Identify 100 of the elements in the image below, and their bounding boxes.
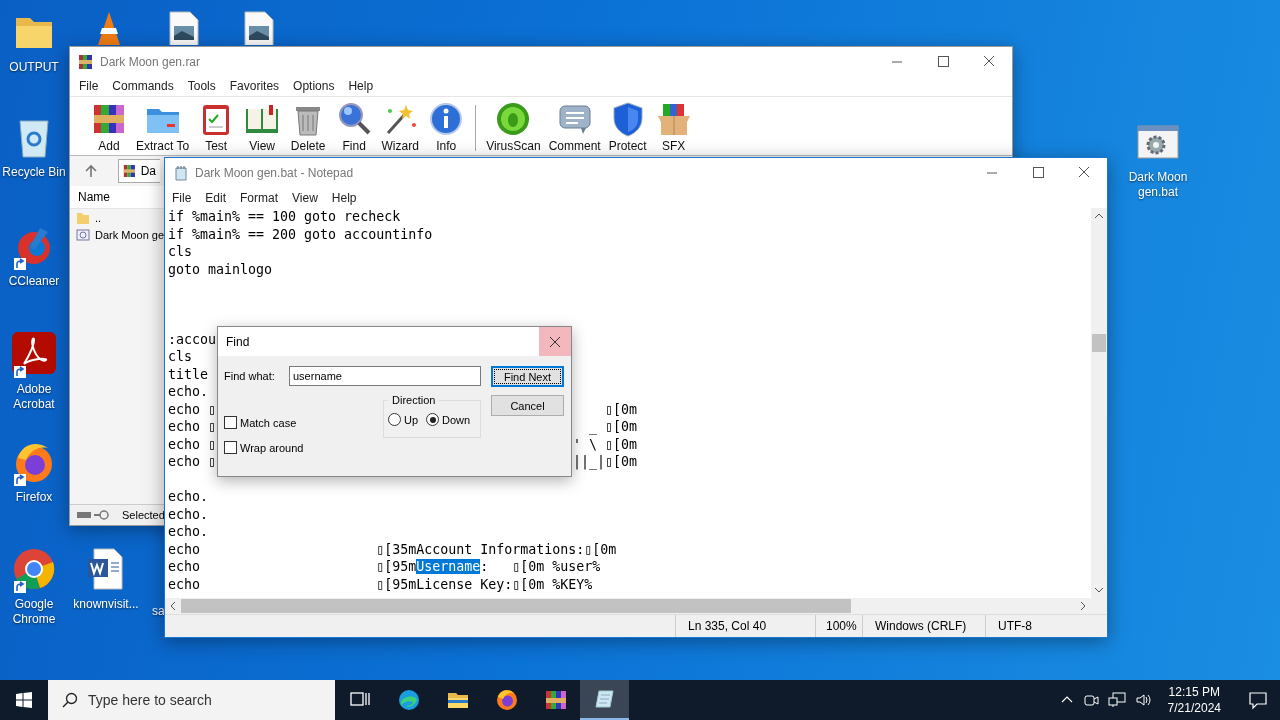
code-line: echo ▯[95mLicense Key:▯[0m %KEY% xyxy=(168,576,593,592)
status-text: UTF-8 xyxy=(997,618,1033,635)
taskbar-button[interactable] xyxy=(580,680,629,720)
status-text: Windows (CRLF) xyxy=(863,615,986,637)
camera-icon[interactable] xyxy=(1082,692,1099,708)
path-field[interactable]: Da xyxy=(118,159,160,183)
gear-file-icon xyxy=(76,227,90,242)
menu-item[interactable]: Favorites xyxy=(222,79,287,93)
menu-item[interactable]: Options xyxy=(286,79,342,93)
archive-books-icon xyxy=(123,163,137,179)
menu-item[interactable]: Help xyxy=(341,79,381,93)
code-line: echo ▯ xyxy=(168,453,217,471)
toolbar-button[interactable]: Extract To xyxy=(132,101,194,155)
code-line: if %main% == 200 goto accountinfo xyxy=(168,226,433,242)
speaker-icon[interactable] xyxy=(1134,692,1153,708)
toolbar-button[interactable]: Info xyxy=(423,101,470,155)
radio-button[interactable] xyxy=(426,413,440,426)
checkbox-label[interactable]: Wrap around xyxy=(240,441,304,454)
toolbar-button[interactable]: Comment xyxy=(544,101,605,155)
code-line: cls xyxy=(168,349,193,364)
toolbar-button[interactable]: SFX xyxy=(650,101,697,155)
clock-time[interactable]: 12:15 PM xyxy=(1168,684,1220,700)
browser-logo-icon xyxy=(396,688,421,712)
search-icon xyxy=(62,692,78,708)
group-label: Direction xyxy=(391,394,437,406)
menu-item[interactable]: Tools xyxy=(180,79,223,93)
code-line: echo ▯ xyxy=(168,435,217,453)
window-title: Dark Moon gen.bat - Notepad xyxy=(195,165,355,180)
code-line: title xyxy=(168,366,209,382)
toolbar-button[interactable]: View xyxy=(239,101,286,155)
menu-item[interactable]: File xyxy=(165,190,199,205)
code-line: cls xyxy=(168,244,193,259)
menu-item[interactable]: Format xyxy=(233,190,286,205)
scrollbar-thumb[interactable] xyxy=(181,599,851,613)
column-header[interactable]: Name xyxy=(78,190,110,204)
box-icon xyxy=(655,101,692,137)
toolbar-button[interactable]: Add xyxy=(86,101,132,155)
code-line: echo. xyxy=(168,506,209,522)
code-line: ||_|▯[0m xyxy=(573,453,638,471)
icon-label[interactable]: CCleaner xyxy=(8,274,60,289)
field-label: Find what: xyxy=(224,370,276,382)
icon-label[interactable]: knownvisit... xyxy=(73,597,139,612)
icon-label[interactable]: Dark Moon gen.bat xyxy=(1124,170,1192,200)
up-arrow-icon[interactable] xyxy=(84,164,98,178)
icon-label[interactable]: Adobe Acrobat xyxy=(0,382,68,412)
path-text: Da xyxy=(140,164,156,178)
menu-item[interactable]: Help xyxy=(324,190,364,205)
folder-icon xyxy=(76,210,90,225)
toolbar-button[interactable]: Delete xyxy=(285,101,332,155)
windows-logo-icon xyxy=(16,692,32,708)
find-input[interactable]: username xyxy=(289,366,481,386)
info-icon xyxy=(428,101,465,137)
file-name[interactable]: Dark Moon ge xyxy=(95,228,165,241)
status-text: 100% xyxy=(816,615,863,637)
notification-icon[interactable] xyxy=(1248,690,1268,710)
toolbar-button[interactable]: Find xyxy=(331,101,378,155)
status-text: Ln 335, Col 40 xyxy=(676,615,816,637)
scrollbar-thumb[interactable] xyxy=(1092,334,1106,352)
icon-label[interactable]: Google Chrome xyxy=(0,597,68,627)
code-line: echo. xyxy=(168,524,209,539)
radio-button[interactable] xyxy=(388,413,401,426)
code-line: _ ▯[0m xyxy=(589,418,638,436)
icon-label[interactable]: OUTPUT xyxy=(9,60,59,75)
code-line: :accou xyxy=(168,331,217,347)
icon-label[interactable]: Recycle Bin xyxy=(2,165,66,180)
code-line: echo ▯[95mUsername: ▯[0m %user% xyxy=(168,559,601,574)
icon-label[interactable]: sa xyxy=(152,604,165,619)
dialog-button[interactable]: Cancel xyxy=(491,395,564,416)
menu-item[interactable]: Edit xyxy=(198,190,234,205)
code-line: echo ▯ xyxy=(168,418,217,436)
menu-item[interactable]: View xyxy=(285,190,325,205)
toolbar-button[interactable]: Wizard xyxy=(377,101,424,155)
toolbar-button[interactable]: Test xyxy=(193,101,240,155)
toolbar-button[interactable]: VirusScan xyxy=(482,101,545,155)
icon-label[interactable]: Firefox xyxy=(15,490,53,505)
file-name[interactable]: .. xyxy=(95,211,102,224)
toolbar-button[interactable]: Protect xyxy=(604,101,651,155)
checkbox[interactable] xyxy=(224,416,237,429)
drive-key-icon xyxy=(76,509,112,521)
checkbox-label[interactable]: Match case xyxy=(240,416,297,429)
dialog-button[interactable]: Find Next xyxy=(491,366,564,387)
vertical-scrollbar[interactable] xyxy=(1091,208,1107,598)
horizontal-scrollbar[interactable] xyxy=(165,598,1107,614)
close-button[interactable] xyxy=(539,327,571,356)
checkbox[interactable] xyxy=(224,441,237,454)
code-line: echo ▯[35mAccount Informations:▯[0m xyxy=(168,541,617,557)
dialog-title: Find xyxy=(226,334,251,349)
code-line: if %main% == 100 goto recheck xyxy=(168,209,401,224)
window-title: Dark Moon gen.rar xyxy=(100,54,202,69)
magnifier-icon xyxy=(336,101,373,137)
code-line: echo. xyxy=(168,489,209,504)
menu-item[interactable]: Commands xyxy=(105,79,181,93)
radio-label[interactable]: Up xyxy=(404,413,419,426)
radio-label[interactable]: Down xyxy=(442,413,471,426)
code-line: goto mainlogo xyxy=(168,261,273,277)
clock-date[interactable]: 7/21/2024 xyxy=(1167,700,1221,716)
menu-item[interactable]: File xyxy=(72,79,106,93)
network-icon[interactable] xyxy=(1107,692,1126,708)
archive-books-icon xyxy=(543,688,568,712)
search-field[interactable]: Type here to search xyxy=(48,680,335,720)
